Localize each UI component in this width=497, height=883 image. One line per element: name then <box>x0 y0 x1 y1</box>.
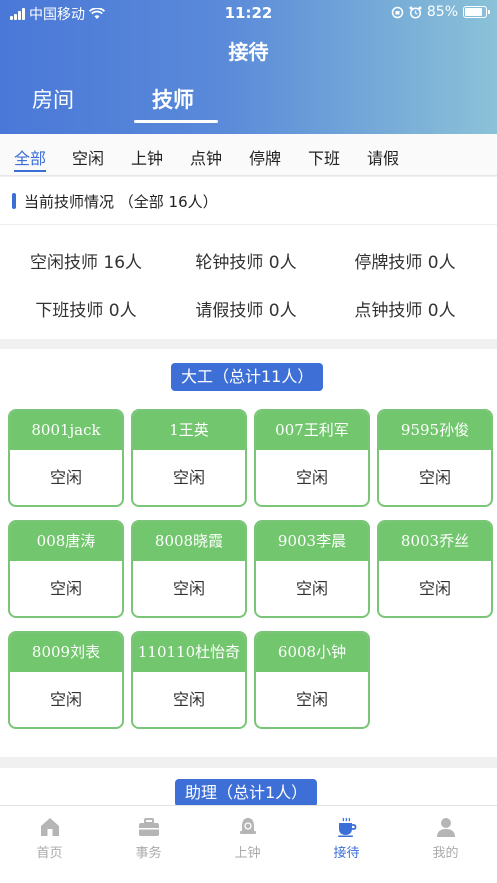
technician-card[interactable]: 9003李晨 空闲 <box>254 520 370 618</box>
nav-label: 上钟 <box>234 846 261 861</box>
technician-card[interactable]: 1王英 空闲 <box>131 409 247 507</box>
technician-name: 110110杜怡奇 <box>133 633 245 672</box>
filter-suspended[interactable]: 停牌 <box>249 145 281 169</box>
section-title: 助理（总计1人） <box>175 779 318 807</box>
battery-icon <box>463 6 490 18</box>
section-assistants: 助理（总计1人） <box>0 768 497 807</box>
technician-card[interactable]: 007王利军 空闲 <box>254 409 370 507</box>
technician-name: 8003乔丝 <box>379 522 491 561</box>
nav-reception[interactable]: 接待 <box>297 816 396 861</box>
user-icon <box>436 818 455 837</box>
technician-status: 空闲 <box>295 690 328 709</box>
filter-idle[interactable]: 空闲 <box>72 145 104 169</box>
technician-card[interactable]: 008唐涛 空闲 <box>8 520 124 618</box>
stat-idle: 空闲技师 16人 <box>29 253 143 273</box>
stat-suspended: 停牌技师 0人 <box>354 253 456 273</box>
filter-off-work[interactable]: 下班 <box>308 145 340 169</box>
technician-name: 6008小钟 <box>256 633 368 672</box>
technician-name: 8001jack <box>10 411 122 450</box>
technician-name: 9595孙俊 <box>379 411 491 450</box>
technician-name: 008唐涛 <box>10 522 122 561</box>
filter-leave[interactable]: 请假 <box>367 145 399 169</box>
technician-name: 007王利军 <box>256 411 368 450</box>
nav-label: 接待 <box>333 846 360 861</box>
technician-status: 空闲 <box>172 468 205 487</box>
briefcase-icon <box>138 818 159 836</box>
nav-mine[interactable]: 我的 <box>396 816 495 861</box>
technician-name: 9003李晨 <box>256 522 368 561</box>
summary-accent-bar <box>12 193 16 209</box>
stat-rotation: 轮钟技师 0人 <box>195 253 297 273</box>
filter-on-duty[interactable]: 上钟 <box>131 145 163 169</box>
technician-status: 空闲 <box>295 468 328 487</box>
stat-leave: 请假技师 0人 <box>195 301 297 321</box>
technician-status: 空闲 <box>49 579 82 598</box>
filter-all[interactable]: 全部 <box>14 145 46 169</box>
nav-on-duty[interactable]: 上钟 <box>198 816 297 861</box>
nav-label: 首页 <box>36 846 63 861</box>
section-senior-technicians: 大工（总计11人） 8001jack 空闲 1王英 空闲 007王利军 空闲 9… <box>0 349 497 757</box>
technician-status: 空闲 <box>172 579 205 598</box>
tab-technicians[interactable]: 技师 <box>152 84 194 114</box>
technician-status: 空闲 <box>172 690 205 709</box>
technician-name: 8008晓霞 <box>133 522 245 561</box>
technician-card[interactable]: 8003乔丝 空闲 <box>377 520 493 618</box>
technician-status: 空闲 <box>49 468 82 487</box>
technician-status: 空闲 <box>295 579 328 598</box>
nav-label: 事务 <box>135 846 162 861</box>
technician-status: 空闲 <box>49 690 82 709</box>
tab-active-indicator <box>134 120 218 123</box>
orientation-lock-icon <box>391 6 404 18</box>
bell-icon <box>239 818 256 834</box>
header: 中国移动 11:22 85% 接待 房间 技师 <box>0 0 497 134</box>
summary-header: 当前技师情况 （全部 16人） <box>0 177 497 225</box>
battery-percent: 85% <box>426 4 458 20</box>
status-right: 85% <box>391 4 490 20</box>
technician-card[interactable]: 8008晓霞 空闲 <box>131 520 247 618</box>
technician-card[interactable]: 8009刘表 空闲 <box>8 631 124 729</box>
technician-card[interactable]: 9595孙俊 空闲 <box>377 409 493 507</box>
tab-rooms[interactable]: 房间 <box>32 84 74 114</box>
summary-title: 当前技师情况 （全部 16人） <box>24 193 218 211</box>
nav-home[interactable]: 首页 <box>0 816 99 861</box>
page-title: 接待 <box>228 40 269 64</box>
summary-panel: 当前技师情况 （全部 16人） 空闲技师 16人 轮钟技师 0人 停牌技师 0人… <box>0 177 497 339</box>
technician-card[interactable]: 6008小钟 空闲 <box>254 631 370 729</box>
alarm-icon <box>409 6 422 19</box>
home-icon <box>40 818 59 836</box>
filter-bar: 全部 空闲 上钟 点钟 停牌 下班 请假 <box>0 134 497 176</box>
bottom-nav: 首页 事务 上钟 接待 我的 <box>0 805 497 883</box>
stat-off-work: 下班技师 0人 <box>35 301 137 321</box>
filter-requested[interactable]: 点钟 <box>190 145 222 169</box>
technician-name: 8009刘表 <box>10 633 122 672</box>
status-bar: 中国移动 11:22 85% <box>0 0 497 26</box>
technician-card[interactable]: 8001jack 空闲 <box>8 409 124 507</box>
technician-card[interactable]: 110110杜怡奇 空闲 <box>131 631 247 729</box>
nav-label: 我的 <box>432 846 459 861</box>
section-title: 大工（总计11人） <box>171 363 324 391</box>
stat-requested: 点钟技师 0人 <box>354 301 456 321</box>
nav-affairs[interactable]: 事务 <box>99 816 198 861</box>
technician-name: 1王英 <box>133 411 245 450</box>
filter-active-indicator <box>14 170 46 172</box>
coffee-cup-icon <box>337 817 356 837</box>
technician-status: 空闲 <box>418 579 451 598</box>
technician-status: 空闲 <box>418 468 451 487</box>
